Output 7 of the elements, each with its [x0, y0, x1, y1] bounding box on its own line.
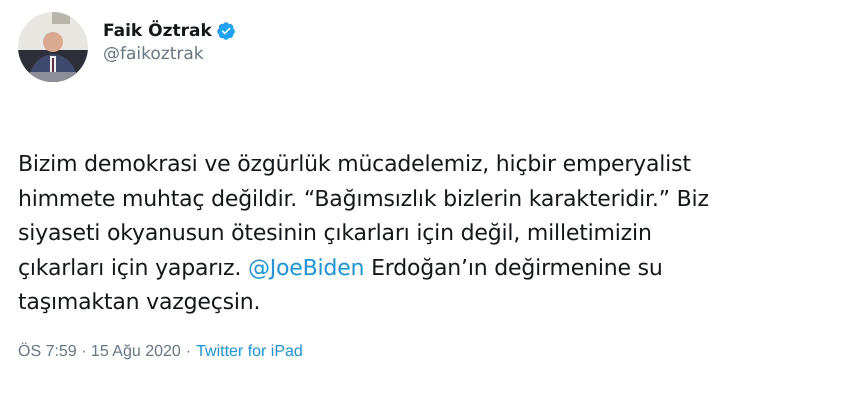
separator: · [186, 342, 192, 360]
source-link[interactable]: Twitter for iPad [196, 342, 303, 360]
timestamp[interactable]: ÖS 7:59 · 15 Ağu 2020 [18, 342, 181, 360]
author-handle[interactable]: @faikoztrak [103, 44, 236, 64]
mention-link[interactable]: @JoeBiden [248, 256, 364, 280]
author-name[interactable]: Faik Öztrak [103, 20, 212, 40]
tweet-text: Bizim demokrasi ve özgürlük mücadelemiz, hiçbir emperyalist himmete muhtaç değildir. “Bağımsızlık bizlerin karakteridir.” Biz siyaseti okyanusun ötesinin çıkarları için değil, milletimizin çıkarları için yaparız. @JoeBiden Erdoğan’ın değirmenine su taşımaktan vazgeçsin. [18, 151, 710, 317]
